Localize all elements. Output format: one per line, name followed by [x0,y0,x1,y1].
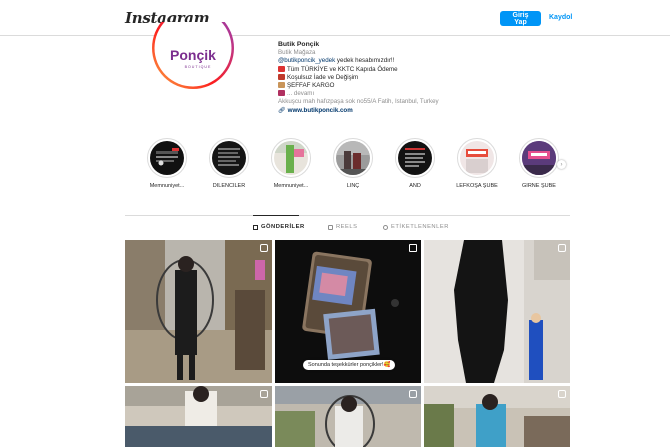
active-tab-indicator [253,215,299,216]
tab-tagged-label: ETİKETLENENLER [391,224,449,230]
avatar-brand-text: Ponçik [170,47,216,63]
highlight-item[interactable]: Memnuniyet... [137,138,197,189]
truck-emoji-icon [278,65,285,72]
post-thumbnail[interactable] [275,386,421,447]
multi-image-icon [409,390,417,398]
profile-address[interactable]: Akkuşcu mah hafızpaşa sok no55/A Fatih, … [278,98,508,106]
profile-category: Butik Mağaza [278,49,316,57]
tab-reels-label: REELS [336,224,358,230]
login-button[interactable]: Giriş Yap [500,11,541,26]
top-navigation-bar: Instagram Giriş Yap Kaydol [0,0,670,36]
highlight-item[interactable]: LEFKOŞA ŞUBE [447,138,507,189]
tab-posts-label: GÖNDERİLER [261,224,305,230]
highlight-label: Memnuniyet... [273,183,309,189]
highlight-label: GİRNE ŞUBE [522,183,556,189]
highlight-item[interactable]: DİLENCİLER [199,138,259,189]
package-emoji-icon [278,82,285,89]
gift-emoji-icon [278,90,285,97]
multi-image-icon [260,390,268,398]
highlight-label: LEFKOŞA ŞUBE [456,183,498,189]
multi-image-icon [558,244,566,252]
tab-reels[interactable]: REELS [328,224,358,230]
multi-image-icon [260,244,268,252]
post-thumbnail[interactable] [424,240,570,383]
reel-icon [409,244,417,252]
bio-line-return: Koşulsuz İade ve Değişim [278,73,508,82]
bio-line-mention: @butikponcik_yedek yedek hesabımızdır!! [278,57,508,65]
profile-name: Butik Ponçik [278,41,320,48]
bio-line-more: ... devamı [278,90,508,98]
highlight-label: LİNÇ [346,183,360,189]
mention-suffix: yedek hesabımızdır!! [335,57,395,65]
post-thumbnail[interactable] [125,386,272,447]
reels-icon [328,224,333,230]
story-highlights: Memnuniyet... DİLENCİLER Memnuniyet... L… [125,138,570,196]
tab-posts[interactable]: GÖNDERİLER [253,224,305,230]
reel-caption: Sonunda teşekkürler ponçikler!🥰 [303,360,396,370]
profile-avatar[interactable]: Ponçik BOUTIQUE [152,22,234,94]
post-thumbnail[interactable]: Sonunda teşekkürler ponçikler!🥰 [275,240,421,383]
post-thumbnail[interactable] [424,386,570,447]
avatar-sub-text: BOUTIQUE [185,65,212,69]
arrows-emoji-icon [278,73,285,80]
bio-line-4: Koşulsuz İade ve Değişim [287,73,359,81]
highlight-label: Memnuniyet... [149,183,185,189]
grid-icon [253,224,258,230]
highlight-item[interactable]: AND [385,138,445,189]
bio-line-cargo: ŞEFFAF KARGO [278,82,508,90]
more-link[interactable]: ... devamı [287,90,314,97]
highlights-next-button[interactable]: › [557,160,566,169]
signup-link[interactable]: Kaydol [549,14,572,21]
tab-tagged[interactable]: ETİKETLENENLER [383,224,449,230]
multi-image-icon [558,390,566,398]
bio-line-3: Tüm TÜRKİYE ve KKTC Kapıda Ödeme [287,65,398,73]
profile-link-row: 🔗︎ www.butikponcik.com [278,107,508,115]
highlight-label: AND [409,183,421,189]
post-thumbnail[interactable] [125,240,272,383]
tabs-divider [125,215,570,216]
profile-website-link[interactable]: www.butikponcik.com [288,107,353,114]
bio-line-shipping: Tüm TÜRKİYE ve KKTC Kapıda Ödeme [278,65,508,74]
highlight-label: DİLENCİLER [212,183,246,189]
tag-icon [383,224,388,230]
bio-line-5: ŞEFFAF KARGO [287,82,335,90]
highlight-item[interactable]: LİNÇ [323,138,383,189]
profile-info: Butik Ponçik Butik Mağaza @butikponcik_y… [278,41,508,115]
mention-link[interactable]: @butikponcik_yedek [278,57,335,64]
link-icon: 🔗︎ [278,107,286,114]
highlight-item[interactable]: Memnuniyet... [261,138,321,189]
